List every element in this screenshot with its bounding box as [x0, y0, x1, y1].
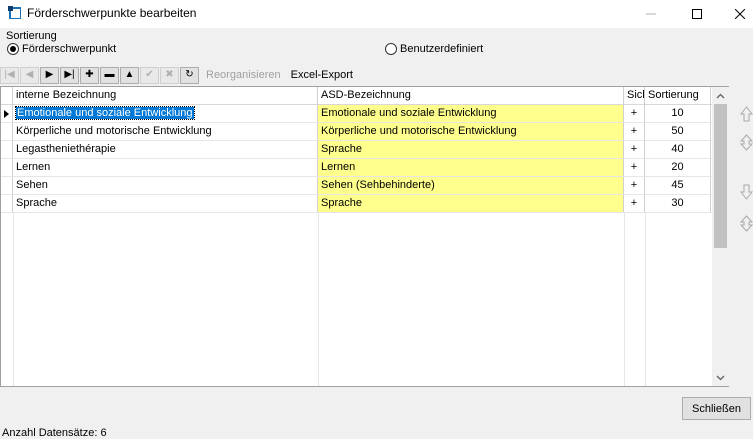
- scroll-down-button[interactable]: [712, 369, 729, 386]
- cell-sicht[interactable]: +: [624, 105, 645, 122]
- radio-label: Benutzerdefiniert: [400, 43, 484, 55]
- cell-sortierung[interactable]: 50: [645, 123, 711, 140]
- column-header-sortierung[interactable]: Sortierung: [645, 87, 711, 105]
- cell-sicht[interactable]: +: [624, 177, 645, 194]
- cell-sortierung[interactable]: 20: [645, 159, 711, 176]
- chevron-up-icon: [716, 93, 725, 98]
- table-row[interactable]: Legastheniethérapie Sprache + 40: [1, 141, 712, 159]
- edit-record-button[interactable]: ▲: [120, 66, 139, 84]
- row-indicator: [1, 177, 13, 194]
- row-indicator: [1, 159, 13, 176]
- delete-record-button[interactable]: ▬: [100, 66, 119, 84]
- cell-asd[interactable]: Emotionale und soziale Entwicklung: [318, 105, 624, 122]
- close-window-button[interactable]: [720, 0, 753, 28]
- row-indicator: [1, 141, 13, 158]
- move-up-icon[interactable]: [740, 106, 753, 122]
- column-header-intern[interactable]: interne Bezeichnung: [13, 87, 318, 105]
- selected-text: Emotionale und soziale Entwicklung: [15, 106, 195, 120]
- grid-header: interne Bezeichnung ASD-Bezeichnung Sich…: [1, 87, 712, 105]
- sorting-label: Sortierung: [6, 30, 57, 42]
- radio-button[interactable]: [385, 43, 397, 55]
- cell-sortierung[interactable]: 40: [645, 141, 711, 158]
- cell-sortierung[interactable]: 10: [645, 105, 711, 122]
- reorganize-button[interactable]: Reorganisieren: [206, 69, 281, 81]
- cell-intern[interactable]: Sprache: [13, 195, 318, 212]
- cell-asd[interactable]: Sehen (Sehbehinderte): [318, 177, 624, 194]
- radio-benutzerdefiniert[interactable]: Benutzerdefiniert: [385, 43, 483, 55]
- app-icon: [8, 6, 21, 19]
- move-bottom-icon[interactable]: [740, 214, 753, 232]
- scroll-up-button[interactable]: [712, 87, 729, 104]
- excel-export-button[interactable]: Excel-Export: [291, 69, 353, 81]
- radio-foerderschwerpunkt[interactable]: Förderschwerpunkt: [7, 43, 116, 55]
- grid-line: [318, 213, 319, 386]
- cell-intern[interactable]: Körperliche und motorische Entwicklung: [13, 123, 318, 140]
- table-row[interactable]: Lernen Lernen + 20: [1, 159, 712, 177]
- move-down-icon[interactable]: [740, 184, 753, 200]
- record-count-status: Anzahl Datensätze: 6: [2, 427, 107, 439]
- maximize-icon: [692, 9, 702, 19]
- column-header-asd[interactable]: ASD-Bezeichnung: [318, 87, 624, 105]
- cell-intern[interactable]: Sehen: [13, 177, 318, 194]
- indicator-header: [1, 87, 13, 105]
- grid-line: [13, 213, 14, 386]
- grid-line: [645, 213, 646, 386]
- table-row[interactable]: Emotionale und soziale Entwicklung Emoti…: [1, 105, 712, 123]
- last-record-button[interactable]: ▶|: [60, 66, 79, 84]
- cell-sicht[interactable]: +: [624, 159, 645, 176]
- cell-sicht[interactable]: +: [624, 123, 645, 140]
- radio-label: Förderschwerpunkt: [22, 43, 117, 55]
- chevron-down-icon: [716, 375, 725, 380]
- row-indicator: [1, 195, 13, 212]
- first-record-button[interactable]: |◀: [0, 66, 19, 84]
- cell-sortierung[interactable]: 30: [645, 195, 711, 212]
- cancel-record-button[interactable]: ✖: [160, 66, 179, 84]
- navigator-toolbar: |◀ ◀ ▶ ▶| ✚ ▬ ▲ ✔ ✖ ↻ Reorganisieren Exc…: [0, 66, 353, 84]
- post-record-button[interactable]: ✔: [140, 66, 159, 84]
- row-indicator: [1, 123, 13, 140]
- title-bar: Förderschwerpunkte bearbeiten: [0, 0, 753, 28]
- close-icon: [735, 9, 745, 19]
- cell-sortierung[interactable]: 45: [645, 177, 711, 194]
- table-row[interactable]: Sprache Sprache + 30: [1, 195, 712, 213]
- maximize-button[interactable]: [674, 0, 720, 28]
- cell-sicht[interactable]: +: [624, 195, 645, 212]
- window-title: Förderschwerpunkte bearbeiten: [27, 6, 197, 20]
- close-button[interactable]: Schließen: [682, 397, 751, 420]
- column-header-sicht[interactable]: Sicht: [624, 87, 645, 105]
- cell-asd[interactable]: Lernen: [318, 159, 624, 176]
- current-row-icon: [4, 109, 9, 118]
- minimize-button[interactable]: [628, 0, 674, 28]
- vertical-scrollbar[interactable]: [712, 87, 729, 386]
- move-top-icon[interactable]: [740, 134, 753, 152]
- grid-line: [624, 213, 625, 386]
- cell-intern[interactable]: Emotionale und soziale Entwicklung: [13, 105, 318, 122]
- scroll-thumb[interactable]: [714, 104, 727, 248]
- cell-intern[interactable]: Lernen: [13, 159, 318, 176]
- grid-body: Emotionale und soziale Entwicklung Emoti…: [1, 105, 712, 213]
- table-row[interactable]: Sehen Sehen (Sehbehinderte) + 45: [1, 177, 712, 195]
- cell-asd[interactable]: Sprache: [318, 141, 624, 158]
- prior-record-button[interactable]: ◀: [20, 66, 39, 84]
- insert-record-button[interactable]: ✚: [80, 66, 99, 84]
- table-row[interactable]: Körperliche und motorische Entwicklung K…: [1, 123, 712, 141]
- cell-sicht[interactable]: +: [624, 141, 645, 158]
- cell-asd[interactable]: Sprache: [318, 195, 624, 212]
- next-record-button[interactable]: ▶: [40, 66, 59, 84]
- cell-asd[interactable]: Körperliche und motorische Entwicklung: [318, 123, 624, 140]
- data-grid[interactable]: interne Bezeichnung ASD-Bezeichnung Sich…: [0, 86, 729, 387]
- radio-button-checked[interactable]: [7, 43, 19, 55]
- cell-intern[interactable]: Legastheniethérapie: [13, 141, 318, 158]
- minimize-icon: [646, 13, 656, 15]
- row-indicator: [1, 105, 13, 122]
- refresh-button[interactable]: ↻: [180, 66, 199, 84]
